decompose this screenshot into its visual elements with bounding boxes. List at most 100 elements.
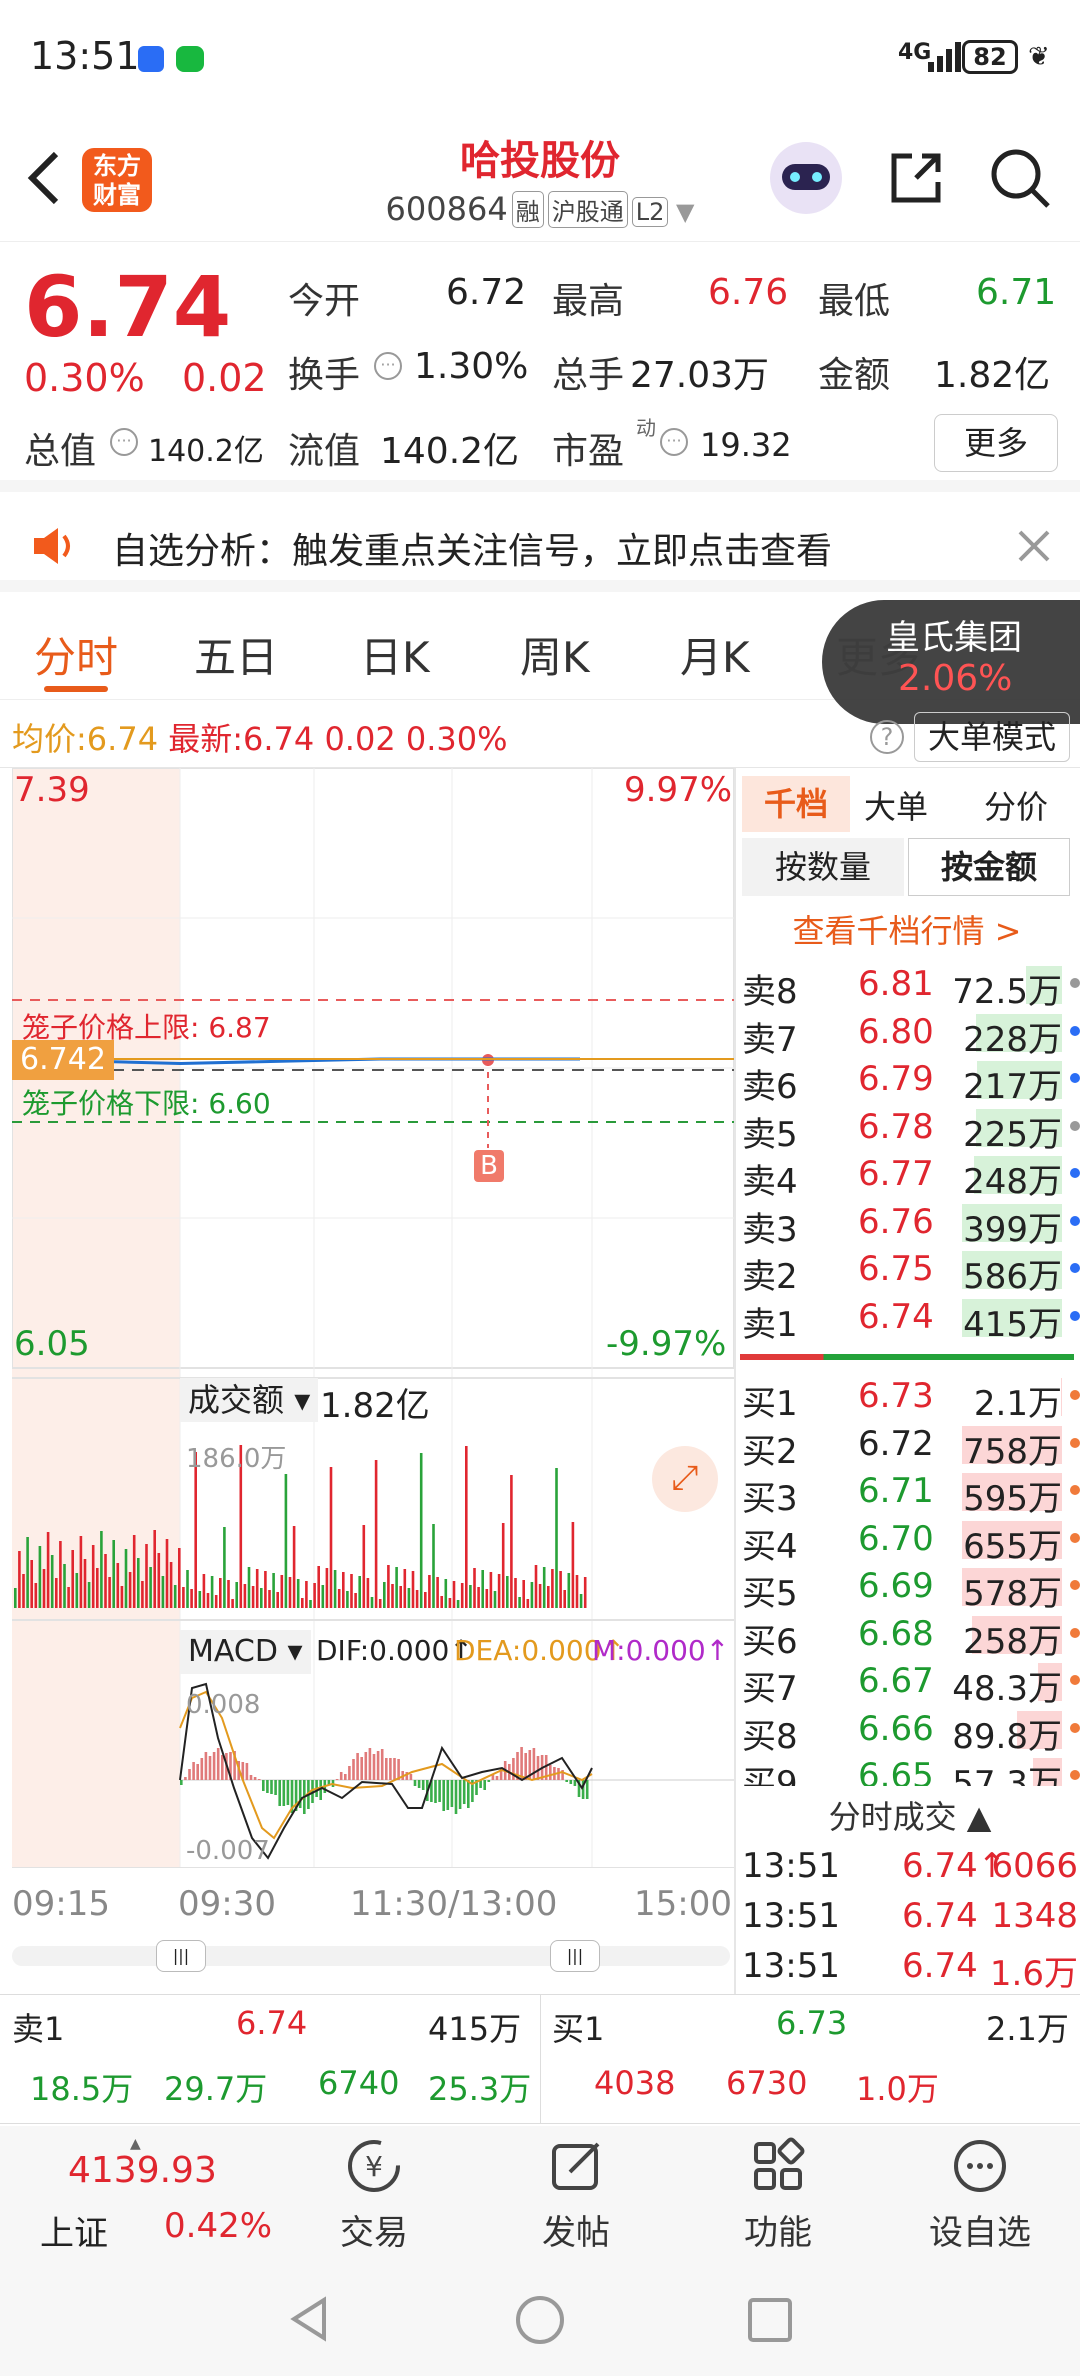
bid-row[interactable]: 买3 6.71 595万 <box>740 1467 1080 1519</box>
nav-watchlist[interactable]: 设自选 <box>910 2136 1050 2254</box>
macd-bar <box>409 1774 413 1780</box>
tab-daily[interactable]: 日K <box>360 624 430 685</box>
bid-row[interactable]: 买7 6.67 48.3万 <box>740 1657 1080 1709</box>
ob-tab-big[interactable]: 大单 <box>864 782 928 828</box>
ask-row[interactable]: 卖4 6.77 248万 <box>740 1150 1080 1202</box>
level-dot <box>1070 1120 1080 1131</box>
info-line: 均价:6.74 最新:6.74 0.02 0.30% <box>12 720 508 758</box>
ob-tab-price[interactable]: 分价 <box>984 782 1048 828</box>
volume-bar <box>132 1535 136 1608</box>
volume-bar <box>100 1531 103 1608</box>
level-volume: 415万 <box>963 1304 1062 1345</box>
time-0930: 09:30 <box>178 1884 276 1924</box>
bid-row[interactable]: 买9 6.65 57.3万 <box>740 1752 1080 1786</box>
bid-row[interactable]: 买8 6.66 89.8万 <box>740 1705 1080 1757</box>
scroll-handle-left[interactable]: ||| <box>156 1940 206 1972</box>
edit-icon <box>552 2142 600 2190</box>
svg-text:¥: ¥ <box>365 2150 383 2183</box>
ask-row[interactable]: 卖2 6.75 586万 <box>740 1245 1080 1297</box>
ask-row[interactable]: 卖8 6.81 72.5万 <box>740 960 1080 1012</box>
volume-bar <box>219 1578 222 1608</box>
volume-bar <box>87 1582 91 1608</box>
mktcap-label: 总值 <box>24 431 97 472</box>
system-back-icon[interactable] <box>284 2294 334 2344</box>
volume-selector[interactable]: 成交额 ▾ <box>180 1378 319 1422</box>
volume-bar <box>124 1549 128 1608</box>
big-order-mode-button[interactable]: 大单模式 <box>914 712 1070 762</box>
macd-bar <box>212 1752 216 1780</box>
macd-bar <box>532 1748 536 1780</box>
volume-bar <box>469 1585 472 1608</box>
floating-popup[interactable]: 皇氏集团 2.06% <box>822 600 1080 724</box>
system-home-icon[interactable] <box>514 2294 566 2346</box>
index-widget[interactable]: ▲ 4139.93 上证 0.42% <box>20 2136 272 2256</box>
volume-bar <box>194 1452 197 1608</box>
volume-bar <box>255 1569 259 1608</box>
volume-bar <box>452 1581 456 1608</box>
bid-row[interactable]: 买5 6.69 578万 <box>740 1562 1080 1614</box>
volume-bar <box>296 1579 300 1608</box>
time-scroll-track[interactable] <box>12 1946 730 1966</box>
ob-tab-1000[interactable]: 千档 <box>742 776 850 832</box>
float-label: 流值 <box>288 431 361 472</box>
volume-bar <box>235 1582 238 1608</box>
macd-bar <box>344 1774 347 1780</box>
volume-bar <box>104 1554 107 1608</box>
tab-5day[interactable]: 五日 <box>194 624 278 685</box>
volume-bar <box>448 1598 452 1608</box>
tab-weekly[interactable]: 周K <box>520 624 590 685</box>
intraday-chart[interactable] <box>12 768 734 1868</box>
scroll-handle-right[interactable]: ||| <box>550 1940 600 1972</box>
system-recents-icon[interactable] <box>744 2294 796 2346</box>
pe-info-icon[interactable]: ··· <box>660 428 688 456</box>
level-label: 卖6 <box>742 1067 798 1107</box>
macd-bar <box>413 1780 417 1786</box>
volume-bar <box>223 1527 226 1608</box>
level-dot <box>1070 1263 1080 1273</box>
volume-bar <box>145 1544 148 1608</box>
bq-buy-label: 买1 <box>552 2010 605 2048</box>
ask-row[interactable]: 卖3 6.76 399万 <box>740 1198 1080 1250</box>
close-icon[interactable] <box>1016 528 1052 564</box>
tab-monthly[interactable]: 月K <box>680 624 750 685</box>
volume-bar <box>22 1574 25 1608</box>
bid-row[interactable]: 买4 6.70 655万 <box>740 1515 1080 1567</box>
battery-icon: 82 <box>962 40 1018 74</box>
help-icon[interactable]: ? <box>870 720 904 754</box>
ask-row[interactable]: 卖5 6.78 225万 <box>740 1103 1080 1155</box>
tag-connect: 沪股通 <box>547 191 628 228</box>
ask-row[interactable]: 卖7 6.80 228万 <box>740 1008 1080 1060</box>
level-dot <box>1070 1310 1080 1321</box>
expand-icon[interactable]: ⤢ <box>652 1446 718 1512</box>
nav-trade[interactable]: ¥ 交易 <box>304 2136 444 2254</box>
bid-row[interactable]: 买6 6.68 258万 <box>740 1610 1080 1662</box>
share-icon[interactable] <box>886 148 946 208</box>
volume-bar <box>374 1460 378 1608</box>
search-icon[interactable] <box>988 146 1052 210</box>
volume-bar <box>38 1546 42 1608</box>
ob-subtab-qty[interactable]: 按数量 <box>742 838 904 896</box>
turnover-info-icon[interactable]: ··· <box>374 352 402 380</box>
level-volume: 248万 <box>963 1162 1062 1202</box>
ask-row[interactable]: 卖1 6.74 415万 <box>740 1293 1080 1345</box>
ask-row[interactable]: 卖6 6.79 217万 <box>740 1055 1080 1107</box>
macd-bar <box>204 1752 208 1780</box>
nav-function[interactable]: 功能 <box>708 2136 848 2254</box>
bid-row[interactable]: 买2 6.72 758万 <box>740 1420 1080 1472</box>
volume-bar <box>67 1587 70 1608</box>
last-price: 6.74 <box>24 258 232 356</box>
volume-bar <box>510 1475 513 1608</box>
macd-selector[interactable]: MACD ▾ <box>180 1630 311 1674</box>
mktcap-info-icon[interactable]: ··· <box>110 428 138 456</box>
robot-avatar[interactable] <box>770 142 842 214</box>
ob-subtab-amount[interactable]: 按金额 <box>908 838 1070 896</box>
tab-intraday[interactable]: 分时 <box>34 624 118 685</box>
mktcap-value: 140.2亿 <box>148 434 264 469</box>
more-button[interactable]: 更多 <box>934 414 1058 472</box>
bid-row[interactable]: 买1 6.73 2.1万 <box>740 1372 1080 1424</box>
ticks-title[interactable]: 分时成交 ▲ <box>740 1792 1080 1838</box>
bq-buy-d2: 1.0万 <box>856 2070 939 2108</box>
nav-post[interactable]: 发帖 <box>506 2136 646 2254</box>
volume-bar <box>260 1588 263 1608</box>
ob-link[interactable]: 查看千档行情 > <box>742 906 1072 952</box>
